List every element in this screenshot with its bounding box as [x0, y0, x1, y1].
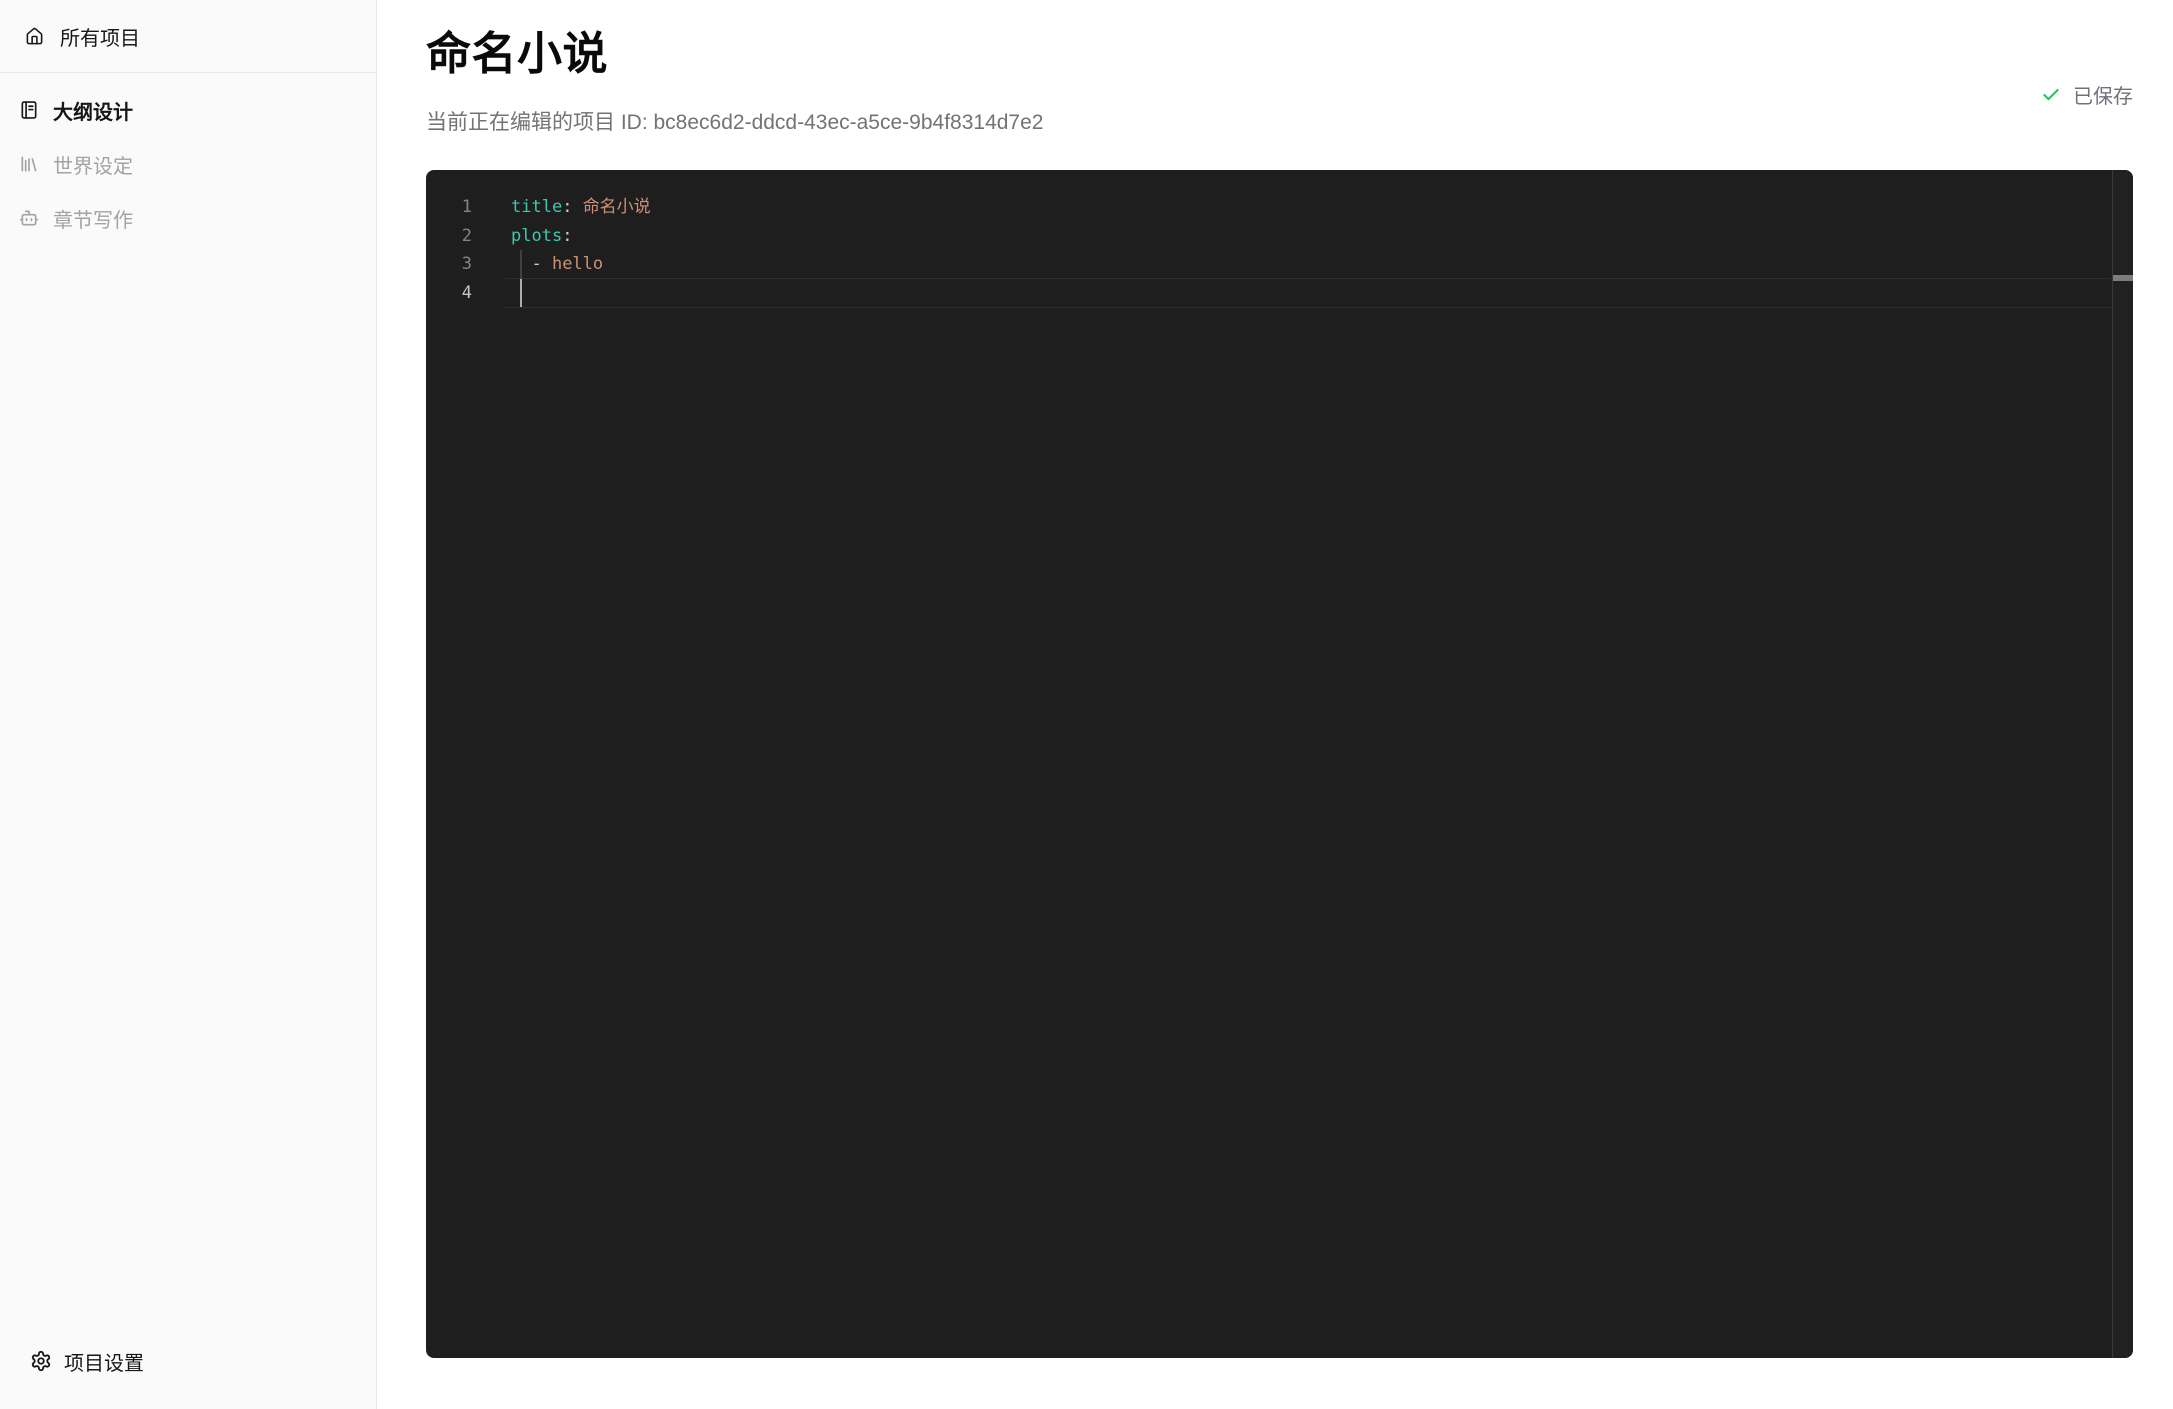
line-number: 2 — [461, 225, 472, 246]
sidebar-item-all-projects[interactable]: 所有项目 — [0, 0, 376, 73]
sidebar: 所有项目 大纲设计世界设定章节写作 项目设置 — [0, 0, 377, 1409]
check-icon — [2041, 85, 2061, 105]
sidebar-item-label: 项目设置 — [64, 1352, 144, 1375]
sidebar-item-world-setting[interactable]: 世界设定 — [0, 142, 364, 186]
editor-line: 1 title: 命名小说 — [426, 193, 2112, 222]
settings-icon — [30, 1350, 52, 1372]
notebook-text-icon — [19, 100, 39, 120]
save-status-label: 已保存 — [2073, 86, 2133, 108]
sidebar-item-label: 所有项目 — [60, 27, 140, 50]
line-number: 4 — [461, 283, 472, 304]
yaml-editor[interactable]: 1 title: 命名小说 2 plots: 3 - hello 4 — [426, 170, 2133, 1358]
home-icon — [25, 27, 44, 46]
editor-code-area: 1 title: 命名小说 2 plots: 3 - hello 4 — [426, 193, 2112, 308]
sidebar-item-chapter-writing[interactable]: 章节写作 — [0, 196, 364, 240]
library-icon — [19, 154, 39, 174]
sidebar-item-label: 大纲设计 — [53, 101, 133, 124]
line-content: title: 命名小说 — [511, 197, 651, 217]
editor-scrollbar[interactable] — [2112, 170, 2133, 1358]
scrollbar-cursor-marker — [2113, 275, 2133, 281]
editor-line: 3 - hello — [426, 250, 2112, 279]
editor-line: 2 plots: — [426, 222, 2112, 251]
project-id-subtitle: 当前正在编辑的项目 ID: bc8ec6d2-ddcd-43ec-a5ce-9b… — [426, 111, 1044, 134]
sidebar-item-label: 章节写作 — [53, 209, 133, 232]
text-cursor — [520, 279, 522, 307]
editor-line: 4 — [426, 279, 2112, 308]
sidebar-item-project-settings[interactable]: 项目设置 — [0, 1339, 376, 1383]
line-number: 1 — [461, 197, 472, 217]
app-window: 所有项目 大纲设计 世界设定 章节写作 项目设置 命名小说 已保存 当前正在编辑… — [0, 0, 2173, 1409]
line-number: 3 — [461, 254, 472, 275]
sidebar-nav: 大纲设计世界设定章节写作 — [0, 73, 376, 240]
sidebar-item-outline-design[interactable]: 大纲设计 — [0, 88, 364, 132]
line-content: - hello — [511, 254, 604, 275]
save-status: 已保存 — [2041, 80, 2133, 109]
main-content: 命名小说 已保存 当前正在编辑的项目 ID: bc8ec6d2-ddcd-43e… — [377, 0, 2173, 1409]
line-content: plots: — [511, 225, 573, 246]
page-title: 命名小说 — [426, 28, 609, 79]
bot-icon — [19, 208, 39, 228]
sidebar-item-label: 世界设定 — [53, 155, 133, 178]
indent-guide — [520, 250, 522, 279]
